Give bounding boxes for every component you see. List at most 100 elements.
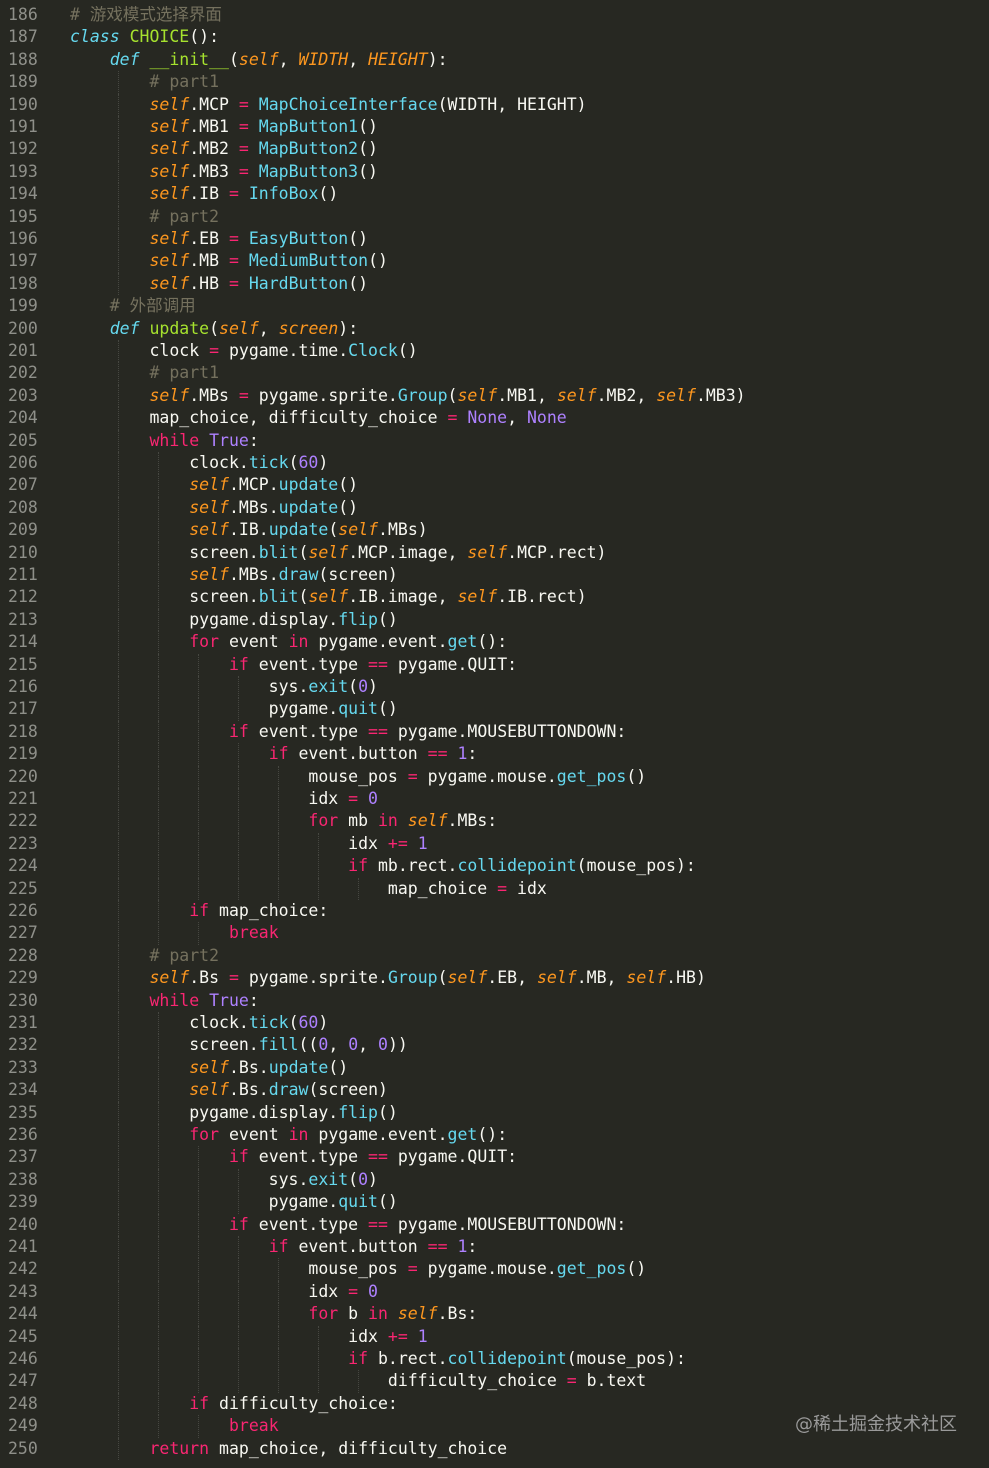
line-number: 194: [8, 184, 38, 204]
code-line[interactable]: 217 pygame.quit(): [0, 698, 989, 721]
code-line[interactable]: 227 break: [0, 922, 989, 945]
code-line[interactable]: 189 # part1: [0, 71, 989, 94]
code-token: =: [209, 341, 220, 360]
code-line[interactable]: 214 for event in pygame.event.get():: [0, 631, 989, 654]
code-token: ,: [507, 408, 527, 428]
line-number: 225: [8, 878, 38, 898]
code-line[interactable]: 213 pygame.display.flip(): [0, 608, 989, 632]
code-line[interactable]: 203 self.MBs = pygame.sprite.Group(self.…: [0, 384, 989, 408]
code-line[interactable]: 235 pygame.display.flip(): [0, 1101, 989, 1124]
code-token: map_choice, difficulty_choice: [70, 408, 448, 428]
code-token: (: [209, 318, 220, 338]
code-token: (): [348, 273, 369, 293]
code-token: .MCP.rect): [507, 542, 607, 562]
code-line[interactable]: 222 for mb in self.MBs:: [0, 810, 989, 833]
line-number: 243: [8, 1281, 38, 1301]
code-line[interactable]: 243 idx = 0: [0, 1280, 989, 1304]
code-line[interactable]: 210 screen.blit(self.MCP.image, self.MCP…: [0, 541, 989, 564]
code-token: ):: [427, 49, 448, 69]
code-line[interactable]: 229 self.Bs = pygame.sprite.Group(self.E…: [0, 967, 989, 990]
code-line[interactable]: 224 if mb.rect.collidepoint(mouse_pos):: [0, 855, 989, 878]
code-line[interactable]: 190 self.MCP = MapChoiceInterface(WIDTH,…: [0, 93, 989, 116]
line-number: 203: [8, 385, 38, 405]
code-token: .HB: [189, 273, 229, 293]
code-token: if: [189, 1393, 210, 1413]
code-line[interactable]: 205 while True:: [0, 429, 989, 452]
line-number: 204: [8, 408, 38, 428]
code-line[interactable]: 187 class CHOICE():: [0, 26, 989, 48]
code-token: self: [457, 587, 498, 607]
code-line[interactable]: 244 for b in self.Bs:: [0, 1303, 989, 1326]
code-line[interactable]: 193 self.MB3 = MapButton3(): [0, 160, 989, 184]
code-token: (): [377, 1192, 398, 1212]
code-line[interactable]: 240 if event.type == pygame.MOUSEBUTTOND…: [0, 1213, 989, 1236]
code-line[interactable]: 208 self.MBs.update(): [0, 496, 989, 520]
code-line[interactable]: 204 map_choice, difficulty_choice = None…: [0, 407, 989, 430]
code-line[interactable]: 192 self.MB2 = MapButton2(): [0, 138, 989, 161]
code-token: event.button: [288, 1237, 428, 1256]
code-line[interactable]: 223 idx += 1: [0, 832, 989, 856]
code-line[interactable]: 228 # part2: [0, 944, 989, 968]
code-line[interactable]: 232 screen.fill((0, 0, 0)): [0, 1034, 989, 1057]
code-token: ():: [477, 1125, 508, 1144]
code-line[interactable]: 231 clock.tick(60): [0, 1012, 989, 1035]
code-line[interactable]: 236 for event in pygame.event.get():: [0, 1124, 989, 1147]
code-token: map_choice: [70, 878, 498, 898]
code-line[interactable]: 225 map_choice = idx: [0, 877, 989, 900]
code-line[interactable]: 241 if event.button == 1:: [0, 1236, 989, 1259]
code-line[interactable]: 191 self.MB1 = MapButton1(): [0, 116, 989, 139]
code-token: :: [467, 744, 478, 764]
code-token: # part2: [149, 945, 220, 965]
code-line[interactable]: 250 return map_choice, difficulty_choice: [0, 1437, 989, 1460]
code-line[interactable]: 219 if event.button == 1:: [0, 743, 989, 766]
code-line[interactable]: 198 self.HB = HardButton(): [0, 272, 989, 296]
code-token: ():: [189, 27, 220, 47]
code-line[interactable]: 248 if difficulty_choice:: [0, 1392, 989, 1416]
code-line[interactable]: 207 self.MCP.update(): [0, 474, 989, 497]
code-line[interactable]: 209 self.IB.update(self.MBs): [0, 519, 989, 542]
code-line[interactable]: 245 idx += 1: [0, 1325, 989, 1348]
code-line[interactable]: 212 screen.blit(self.IB.image, self.IB.r…: [0, 586, 989, 609]
code-token: =: [228, 273, 239, 293]
code-token: =: [238, 139, 249, 159]
line-number: 207: [8, 475, 38, 495]
code-token: .Bs:: [437, 1304, 478, 1324]
code-line[interactable]: 201 clock = pygame.time.Clock(): [0, 340, 989, 363]
code-line[interactable]: 237 if event.type == pygame.QUIT:: [0, 1146, 989, 1169]
code-token: =: [228, 184, 239, 204]
code-line[interactable]: 211 self.MBs.draw(screen): [0, 564, 989, 587]
code-line[interactable]: 220 mouse_pos = pygame.mouse.get_pos(): [0, 765, 989, 788]
code-line[interactable]: 230 while True:: [0, 989, 989, 1012]
code-line[interactable]: 226 if map_choice:: [0, 900, 989, 923]
code-line[interactable]: 200 def update(self, screen):: [0, 318, 989, 340]
code-token: ,: [258, 318, 279, 338]
code-line[interactable]: 215 if event.type == pygame.QUIT:: [0, 653, 989, 676]
code-line[interactable]: 199 # 外部调用: [0, 295, 989, 317]
code-line[interactable]: 186 # 游戏模式选择界面: [0, 4, 989, 26]
code-line[interactable]: 188 def __init__(self, WIDTH, HEIGHT):: [0, 49, 989, 71]
code-line[interactable]: 242 mouse_pos = pygame.mouse.get_pos(): [0, 1258, 989, 1281]
code-line[interactable]: 218 if event.type == pygame.MOUSEBUTTOND…: [0, 720, 989, 744]
code-line[interactable]: 233 self.Bs.update(): [0, 1056, 989, 1080]
code-line[interactable]: 246 if b.rect.collidepoint(mouse_pos):: [0, 1348, 989, 1371]
code-line[interactable]: 202 # part1: [0, 362, 989, 385]
code-line[interactable]: 249 break: [0, 1415, 989, 1438]
code-line[interactable]: 221 idx = 0: [0, 788, 989, 811]
code-line[interactable]: 195 # part2: [0, 205, 989, 228]
code-token: draw: [278, 565, 319, 584]
code-line[interactable]: 234 self.Bs.draw(screen): [0, 1079, 989, 1102]
code-line[interactable]: 239 pygame.quit(): [0, 1191, 989, 1214]
code-line[interactable]: 238 sys.exit(0): [0, 1168, 989, 1192]
code-line[interactable]: 216 sys.exit(0): [0, 676, 989, 699]
code-line[interactable]: 247 difficulty_choice = b.text: [0, 1370, 989, 1393]
code-line[interactable]: 197 self.MB = MediumButton(): [0, 250, 989, 273]
code-line[interactable]: 196 self.EB = EasyButton(): [0, 228, 989, 251]
code-line[interactable]: 194 self.IB = InfoBox(): [0, 183, 989, 206]
code-editor[interactable]: @稀土掘金技术社区 186 # 游戏模式选择界面 187 class CHOICE()…: [0, 0, 989, 1468]
code-line[interactable]: 206 clock.tick(60): [0, 452, 989, 475]
